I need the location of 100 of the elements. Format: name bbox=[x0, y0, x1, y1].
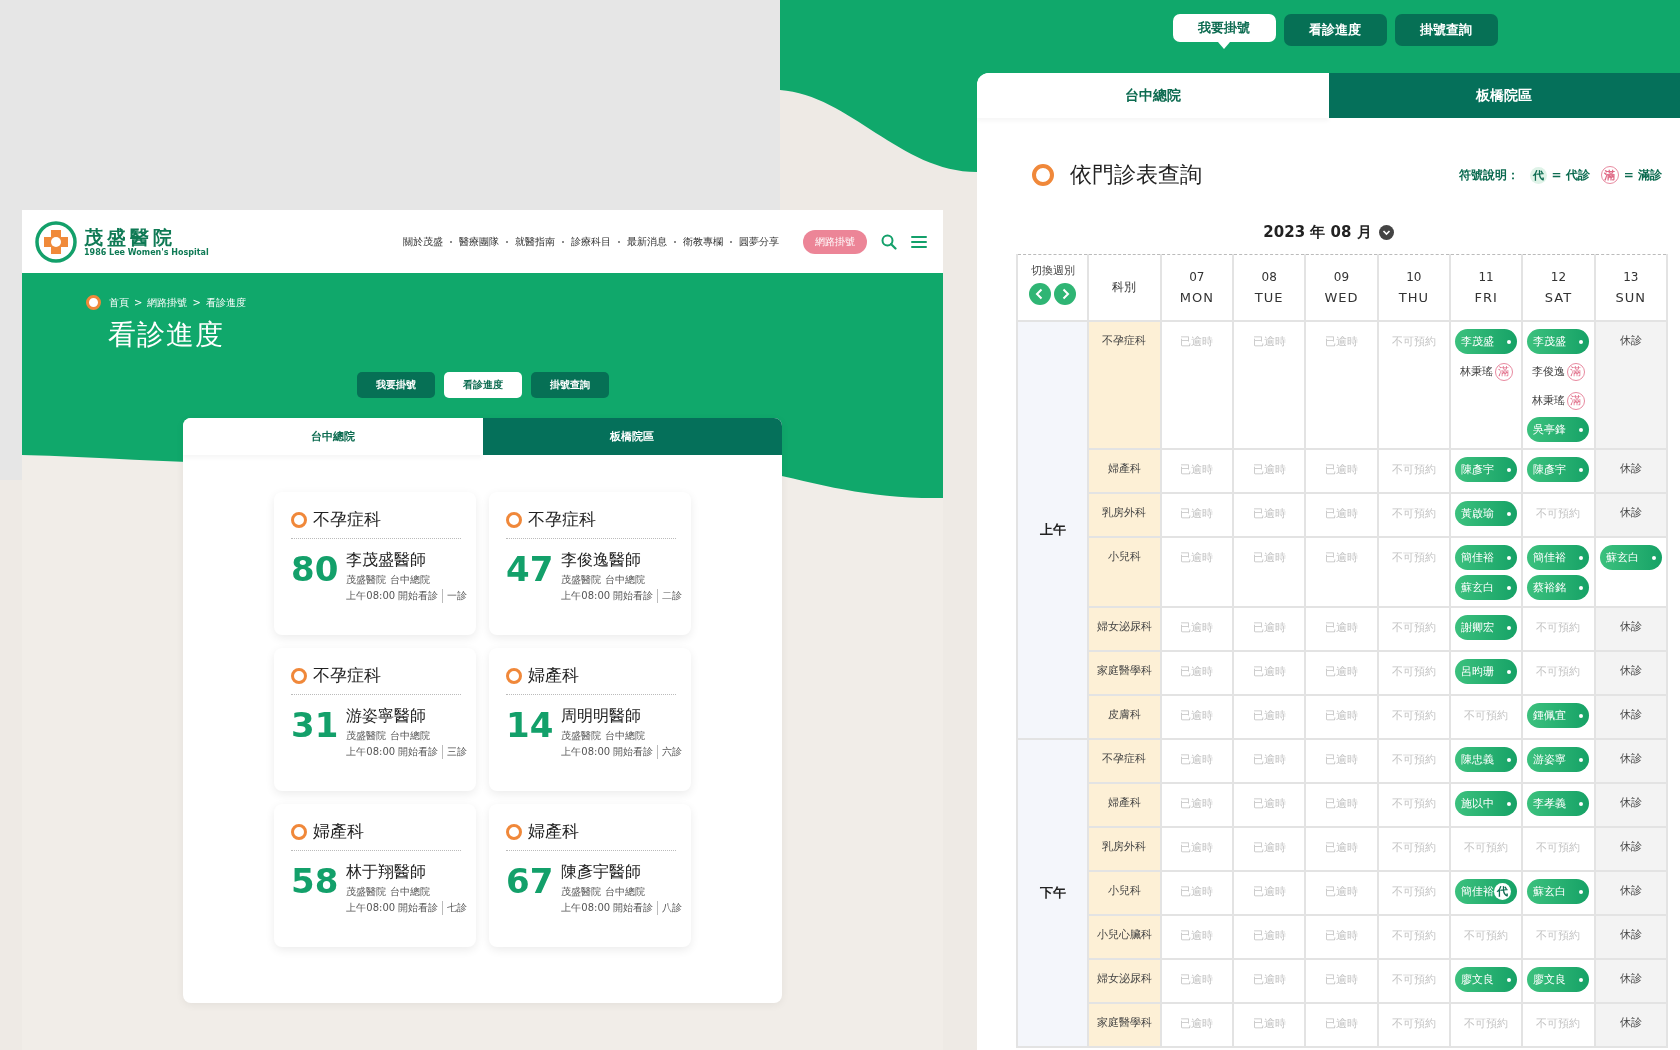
doctor-button[interactable]: 廖文良 bbox=[1527, 967, 1590, 992]
branch-tab[interactable]: 台中總院 bbox=[977, 73, 1329, 118]
nav-link[interactable]: 醫療團隊 bbox=[459, 234, 499, 249]
tab[interactable]: 掛號查詢 bbox=[530, 372, 609, 398]
hospital-name: 茂盛醫院 台中總院 bbox=[346, 573, 431, 587]
hospital-name: 茂盛醫院 台中總院 bbox=[346, 729, 431, 743]
table-cell: 休診 bbox=[1594, 1003, 1667, 1047]
day-date: 07 bbox=[1188, 270, 1206, 284]
nav-link[interactable]: 診療科目 bbox=[571, 234, 611, 249]
menu-icon[interactable] bbox=[911, 234, 927, 249]
tab[interactable]: 看診進度 bbox=[443, 372, 522, 398]
nav-link[interactable]: 就醫指南 bbox=[515, 234, 555, 249]
doctor-button[interactable]: 李茂盛 bbox=[1455, 329, 1518, 354]
register-button[interactable]: 網路掛號 bbox=[803, 229, 867, 254]
doctor-button[interactable]: 鍾佩宜 bbox=[1527, 703, 1590, 728]
department-cell: 皮膚科 bbox=[1088, 695, 1161, 739]
doctor-button[interactable]: 廖文良 bbox=[1455, 967, 1518, 992]
doctor-button[interactable]: 謝卿宏 bbox=[1455, 615, 1518, 640]
table-cell: 休診 bbox=[1594, 783, 1667, 827]
nav-link[interactable]: 圓夢分享 bbox=[739, 234, 779, 249]
ring-icon bbox=[506, 667, 522, 684]
doctor-button[interactable]: 黃啟瑜 bbox=[1455, 501, 1518, 526]
clinic-time: 上午08:00 開始看診 bbox=[561, 745, 654, 759]
branch-tab[interactable]: 板橋院區 bbox=[482, 418, 782, 455]
dot-icon bbox=[1507, 669, 1512, 674]
doctor-button[interactable]: 蘇玄白 bbox=[1599, 545, 1662, 570]
doctor-button[interactable]: 李孝義 bbox=[1527, 791, 1590, 816]
dot-icon bbox=[1507, 625, 1512, 630]
full-mark: 滿 bbox=[1566, 362, 1585, 381]
breadcrumb-link[interactable]: 網路掛號 bbox=[147, 295, 188, 310]
next-week-button[interactable] bbox=[1054, 283, 1077, 305]
clinic-time: 上午08:00 開始看診 bbox=[346, 589, 439, 603]
department-cell: 不孕症科 bbox=[1088, 321, 1161, 449]
doctor-button[interactable]: 呂昀珊 bbox=[1455, 659, 1518, 684]
day-date: 13 bbox=[1622, 270, 1640, 284]
department-cell: 婦產科 bbox=[1088, 783, 1161, 827]
doctor-button[interactable]: 簡佳裕 代 bbox=[1455, 879, 1518, 904]
doctor-button[interactable]: 游姿寧 bbox=[1527, 747, 1590, 772]
department-cell: 不孕症科 bbox=[1088, 739, 1161, 783]
breadcrumb-link[interactable]: 首頁 bbox=[109, 295, 129, 310]
table-cell: 休診 bbox=[1594, 651, 1667, 695]
weekday-label: SAT bbox=[1543, 290, 1574, 305]
dot-icon bbox=[1579, 889, 1584, 894]
dot-icon bbox=[1507, 555, 1512, 560]
tab[interactable]: 我要掛號 bbox=[1172, 14, 1276, 42]
logo-title: 茂盛醫院 bbox=[84, 226, 177, 248]
doctor-button[interactable]: 簡佳裕 bbox=[1527, 545, 1590, 570]
doctor-button[interactable]: 蔡裕銘 bbox=[1527, 575, 1590, 600]
queue-number: 31 bbox=[291, 705, 339, 745]
table-cell: 休診 bbox=[1594, 695, 1667, 739]
branch-tab[interactable]: 板橋院區 bbox=[1328, 73, 1680, 118]
department-cell: 家庭醫學科 bbox=[1088, 651, 1161, 695]
doctor-button[interactable]: 蘇玄白 bbox=[1527, 879, 1590, 904]
dot-icon bbox=[1507, 757, 1512, 762]
nav-link[interactable]: 衛教專欄 bbox=[683, 234, 723, 249]
weekday-label: FRI bbox=[1473, 290, 1499, 305]
dot-icon bbox=[1579, 757, 1584, 762]
doctor-button[interactable]: 陳忠義 bbox=[1455, 747, 1518, 772]
doctor-button[interactable]: 施以中 bbox=[1455, 791, 1518, 816]
day-date: 12 bbox=[1549, 270, 1568, 284]
queue-number: 47 bbox=[506, 549, 554, 589]
department-name: 婦產科 bbox=[528, 664, 579, 687]
tab[interactable]: 掛號查詢 bbox=[1394, 14, 1498, 46]
hospital-name: 茂盛醫院 台中總院 bbox=[561, 729, 646, 743]
doctor-button[interactable]: 李茂盛 bbox=[1527, 329, 1590, 354]
doctor-button[interactable]: 簡佳裕 bbox=[1455, 545, 1518, 570]
table-cell: 休診 bbox=[1594, 739, 1667, 783]
previous-week-button[interactable] bbox=[1029, 283, 1052, 305]
weekday-label: TUE bbox=[1253, 290, 1285, 305]
breadcrumb-link[interactable]: 看診進度 bbox=[205, 295, 246, 310]
table-cell: 休診 bbox=[1594, 449, 1667, 493]
nav-link[interactable]: 最新消息 bbox=[627, 234, 667, 249]
doctor-button[interactable]: 蘇玄白 bbox=[1455, 575, 1518, 600]
table-cell: 休診 bbox=[1594, 607, 1667, 651]
tab[interactable]: 我要掛號 bbox=[356, 372, 435, 398]
queue-number: 67 bbox=[506, 861, 554, 901]
search-icon[interactable] bbox=[881, 233, 897, 250]
department-name: 婦產科 bbox=[313, 820, 364, 843]
legend-text: = 滿診 bbox=[1623, 166, 1662, 184]
day-date: 11 bbox=[1477, 270, 1495, 284]
logo-icon bbox=[34, 219, 78, 264]
ring-icon bbox=[291, 823, 307, 840]
table-cell: 休診 bbox=[1594, 959, 1667, 1003]
doctor-button[interactable]: 陳彥宇 bbox=[1527, 457, 1590, 482]
branch-tab[interactable]: 台中總院 bbox=[183, 418, 483, 455]
full-mark: 滿 bbox=[1494, 362, 1513, 381]
doctor-button[interactable]: 陳彥宇 bbox=[1455, 457, 1518, 482]
dropdown-icon[interactable] bbox=[1378, 225, 1394, 240]
doctor-button[interactable]: 吳亭鋒 bbox=[1527, 417, 1590, 442]
clinic-room: 一診 bbox=[442, 589, 468, 603]
department-cell: 小兒科 bbox=[1088, 871, 1161, 915]
tab[interactable]: 看診進度 bbox=[1283, 14, 1387, 46]
table-cell: 休診 bbox=[1594, 493, 1667, 537]
doctor-name: 林于翔醫師 bbox=[346, 861, 428, 883]
weekday-label: MON bbox=[1178, 290, 1215, 305]
clinic-room: 七診 bbox=[442, 901, 468, 915]
nav-link[interactable]: 關於茂盛 bbox=[403, 234, 443, 249]
department-name: 婦產科 bbox=[528, 820, 579, 843]
clinic-time: 上午08:00 開始看診 bbox=[346, 745, 439, 759]
department-cell: 小兒科 bbox=[1088, 537, 1161, 607]
